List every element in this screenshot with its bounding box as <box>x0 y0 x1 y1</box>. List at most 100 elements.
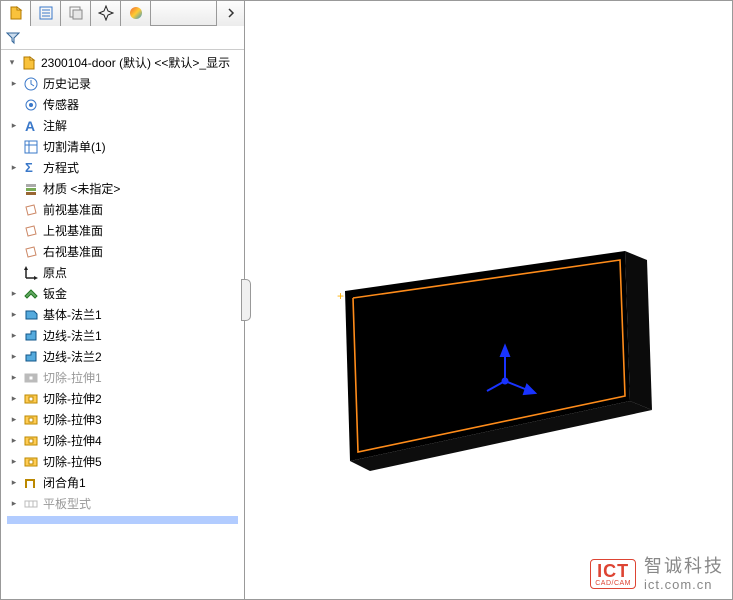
tree-item-label: 原点 <box>43 264 67 281</box>
sensor-icon <box>23 97 39 113</box>
tree-root-part[interactable]: ▾ 2300104-door (默认) <<默认>_显示 <box>1 52 244 73</box>
tree-item[interactable]: ▸平板型式 <box>1 493 244 514</box>
watermark-badge: ICT CAD/CAM <box>590 559 636 589</box>
tab-feature-manager[interactable] <box>1 1 31 26</box>
expand-collapse-icon[interactable]: ▾ <box>7 58 17 68</box>
tree-item[interactable]: ▸ 切除-拉伸4 <box>1 430 244 451</box>
tree-item[interactable]: ▸ 历史记录 <box>1 73 244 94</box>
tree-item[interactable]: ▸ 边线-法兰2 <box>1 346 244 367</box>
tree-item[interactable]: ▸切除-拉伸1 <box>1 367 244 388</box>
tree-root-label: 2300104-door (默认) <<默认>_显示 <box>41 54 230 71</box>
expand-icon[interactable]: ▸ <box>9 310 19 320</box>
tree-item[interactable]: ▸ 切除-拉伸3 <box>1 409 244 430</box>
tree-item-label: 钣金 <box>43 285 67 302</box>
tree-item[interactable]: 传感器 <box>1 94 244 115</box>
tree-end-bar[interactable] <box>7 516 238 524</box>
baseflange-icon <box>23 307 39 323</box>
tab-more[interactable] <box>216 1 244 26</box>
expand-icon[interactable]: ▸ <box>9 121 19 131</box>
flatpattern-icon <box>23 496 39 512</box>
expand-icon[interactable]: ▸ <box>9 289 19 299</box>
sheetmetal-icon <box>23 286 39 302</box>
edgeflange-icon <box>23 328 39 344</box>
watermark-company: 智诚科技 <box>644 556 724 578</box>
cutlist-icon <box>23 139 39 155</box>
tree-item-label: 历史记录 <box>43 75 91 92</box>
tree-item-label: 切除-拉伸5 <box>43 453 102 470</box>
plane-icon <box>23 244 39 260</box>
tree-item-label: 基体-法兰1 <box>43 306 102 323</box>
tree-item[interactable]: ▸ 闭合角1 <box>1 472 244 493</box>
expand-spacer <box>9 268 19 278</box>
tree-item[interactable]: ▸ 钣金 <box>1 283 244 304</box>
model-3d-part: + <box>325 246 705 526</box>
tree-item[interactable]: 上视基准面 <box>1 220 244 241</box>
expand-icon[interactable]: ▸ <box>9 457 19 467</box>
material-icon <box>23 181 39 197</box>
edgeflange-icon <box>23 349 39 365</box>
plane-icon <box>23 223 39 239</box>
tree-item-label: 右视基准面 <box>43 243 103 260</box>
expand-spacer <box>9 226 19 236</box>
tab-dimxpert-manager[interactable] <box>91 1 121 26</box>
expand-icon[interactable]: ▸ <box>9 373 19 383</box>
tree-item-label: 切除-拉伸4 <box>43 432 102 449</box>
tab-configuration-manager[interactable] <box>61 1 91 26</box>
tree-item-label: 上视基准面 <box>43 222 103 239</box>
tree-item[interactable]: ▸Σ方程式 <box>1 157 244 178</box>
watermark-badge-main: ICT <box>597 562 629 580</box>
sidebar-tab-bar <box>1 1 244 26</box>
tree-item-label: 闭合角1 <box>43 474 86 491</box>
expand-icon[interactable]: ▸ <box>9 79 19 89</box>
tree-item-label: 边线-法兰2 <box>43 348 102 365</box>
expand-icon[interactable]: ▸ <box>9 394 19 404</box>
tree-item[interactable]: ▸ 切除-拉伸2 <box>1 388 244 409</box>
watermark-text: 智诚科技 ict.com.cn <box>644 556 724 593</box>
tree-item[interactable]: ▸ 切除-拉伸5 <box>1 451 244 472</box>
expand-spacer <box>9 100 19 110</box>
tree-item[interactable]: ▸ 基体-法兰1 <box>1 304 244 325</box>
tree-item-label: 注解 <box>43 117 67 134</box>
tree-item-label: 传感器 <box>43 96 79 113</box>
cutextrude-icon <box>23 391 39 407</box>
tab-property-manager[interactable] <box>31 1 61 26</box>
tree-item-label: 切除-拉伸2 <box>43 390 102 407</box>
watermark: ICT CAD/CAM 智诚科技 ict.com.cn <box>590 556 724 593</box>
expand-icon[interactable]: ▸ <box>9 415 19 425</box>
tree-item[interactable]: 前视基准面 <box>1 199 244 220</box>
expand-spacer <box>9 142 19 152</box>
filter-bar[interactable] <box>1 26 244 50</box>
watermark-url: ict.com.cn <box>644 577 724 593</box>
cutextrude-icon <box>23 454 39 470</box>
tree-item[interactable]: ▸A注解 <box>1 115 244 136</box>
svg-text:+: + <box>337 289 344 303</box>
filter-icon <box>5 30 21 46</box>
expand-icon[interactable]: ▸ <box>9 352 19 362</box>
expand-spacer <box>9 184 19 194</box>
tree-item-label: 前视基准面 <box>43 201 103 218</box>
3d-viewport[interactable]: + ICT CAD/CAM 智诚科技 ict.com.cn <box>245 1 732 599</box>
tree-item[interactable]: 右视基准面 <box>1 241 244 262</box>
tree-item[interactable]: 切割清单(1) <box>1 136 244 157</box>
expand-spacer <box>9 247 19 257</box>
tree-item-label: 边线-法兰1 <box>43 327 102 344</box>
expand-spacer <box>9 205 19 215</box>
expand-icon[interactable]: ▸ <box>9 331 19 341</box>
expand-icon[interactable]: ▸ <box>9 163 19 173</box>
expand-icon[interactable]: ▸ <box>9 436 19 446</box>
tree-item-label: 切除-拉伸3 <box>43 411 102 428</box>
cutextrude-icon <box>23 412 39 428</box>
expand-icon[interactable]: ▸ <box>9 478 19 488</box>
feature-tree-sidebar: ▾ 2300104-door (默认) <<默认>_显示 ▸ 历史记录传感器 ▸A注… <box>1 1 245 599</box>
expand-icon[interactable]: ▸ <box>9 499 19 509</box>
corner-icon <box>23 475 39 491</box>
tree-item[interactable]: ▸ 边线-法兰1 <box>1 325 244 346</box>
cutextrude-icon <box>23 433 39 449</box>
tab-display-manager[interactable] <box>121 1 151 26</box>
svg-text:Σ: Σ <box>25 160 33 175</box>
tree-item[interactable]: 材质 <未指定> <box>1 178 244 199</box>
sidebar-resize-handle[interactable] <box>241 279 251 321</box>
tree-item[interactable]: 原点 <box>1 262 244 283</box>
equation-icon: Σ <box>23 160 39 176</box>
plane-icon <box>23 202 39 218</box>
